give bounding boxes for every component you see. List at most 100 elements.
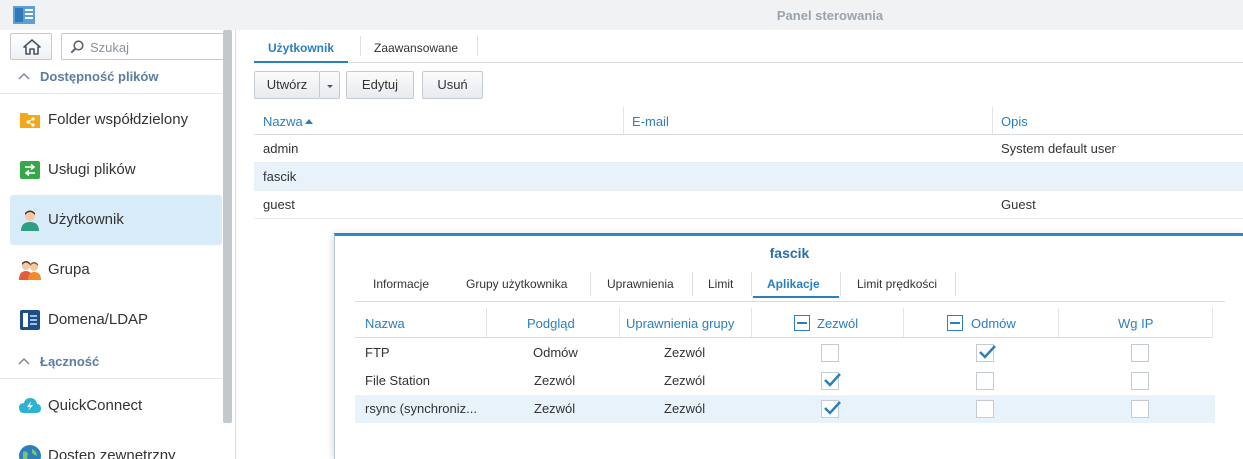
sidebar-item-group[interactable]: Grupa	[10, 245, 222, 295]
search-box[interactable]	[61, 33, 226, 60]
column-header-deny[interactable]: Odmów	[903, 308, 1058, 338]
column-label: Podgląd	[527, 316, 575, 331]
sidebar-item-domain-ldap[interactable]: Domena/LDAP	[10, 295, 222, 345]
cell-preview: Zezwól	[534, 401, 576, 416]
tab-divider	[840, 272, 841, 296]
column-header-preview[interactable]: Podgląd	[486, 308, 619, 338]
delete-button[interactable]: Usuń	[422, 71, 483, 99]
by-ip-checkbox[interactable]	[1131, 400, 1149, 418]
tab-divider	[590, 272, 591, 296]
cell-name: guest	[263, 197, 295, 212]
column-label: E-mail	[632, 114, 669, 129]
domain-icon	[20, 310, 40, 330]
allow-checkbox[interactable]	[821, 400, 841, 418]
by-ip-checkbox[interactable]	[1131, 372, 1149, 390]
cell-name: fascik	[263, 169, 297, 184]
column-label: Odmów	[971, 316, 1016, 331]
main-tabs: Użytkownik Zaawansowane	[254, 30, 1243, 63]
tab-permissions[interactable]: Uprawnienia	[607, 277, 674, 291]
column-header-description[interactable]: Opis	[992, 107, 1243, 135]
table-row[interactable]: File Station Zezwól Zezwól	[355, 367, 1215, 395]
create-label: Utwórz	[266, 77, 308, 92]
sort-ascending-icon	[305, 119, 313, 124]
caret-down-icon	[327, 85, 333, 88]
cell-group-permission: Zezwól	[664, 373, 706, 388]
cell-name: File Station	[365, 373, 431, 388]
tab-quota[interactable]: Limit	[708, 277, 733, 291]
quickconnect-icon	[19, 398, 41, 413]
window-title: Panel sterowania	[776, 8, 884, 23]
tab-info[interactable]: Informacje	[373, 277, 429, 291]
table-row[interactable]: guest Guest	[254, 191, 1243, 219]
group-icon	[19, 261, 41, 280]
section-label: Łączność	[40, 354, 100, 369]
tab-user-groups[interactable]: Grupy użytkownika	[466, 277, 567, 291]
sidebar-item-label: Dostęp zewnętrzny	[48, 447, 176, 459]
checkmark-icon	[824, 401, 841, 415]
control-panel-icon	[13, 6, 35, 24]
deny-checkbox[interactable]	[976, 400, 994, 418]
sidebar-scrollbar[interactable]	[223, 30, 232, 423]
sidebar-item-label: Użytkownik	[48, 211, 124, 228]
dialog-title: fascik	[769, 245, 810, 261]
tab-divider	[692, 272, 693, 296]
user-edit-dialog: fascik Informacje Grupy użytkownika Upra…	[334, 233, 1243, 459]
create-button-main[interactable]: Utwórz	[254, 71, 320, 99]
table-row[interactable]: rsync (synchroniz... Zezwól Zezwól	[355, 395, 1215, 423]
allow-all-checkbox[interactable]	[794, 315, 810, 331]
column-header-name[interactable]: Nazwa	[355, 308, 486, 338]
column-divider	[1212, 308, 1213, 338]
allow-checkbox[interactable]	[821, 344, 839, 362]
chevron-up-icon	[18, 72, 30, 80]
column-label: Wg IP	[1118, 316, 1154, 331]
section-file-sharing[interactable]: Dostępność plików	[0, 60, 222, 94]
sidebar: Dostępność plików Folder współdzielony U…	[0, 30, 236, 459]
column-header-group-permissions[interactable]: Uprawnienia grupy	[619, 308, 751, 338]
sidebar-item-file-services[interactable]: Usługi plików	[10, 145, 222, 195]
tab-applications[interactable]: Aplikacje	[767, 277, 820, 291]
table-row[interactable]: admin System default user	[254, 135, 1243, 163]
allow-checkbox[interactable]	[821, 372, 841, 390]
tab-divider	[751, 272, 752, 296]
dialog-tabs: Informacje Grupy użytkownika Uprawnienia…	[355, 269, 1225, 302]
section-label: Dostępność plików	[40, 69, 159, 84]
title-bar: Panel sterowania	[0, 0, 1243, 30]
column-header-email[interactable]: E-mail	[623, 107, 992, 135]
edit-button[interactable]: Edytuj	[346, 71, 414, 99]
chevron-up-icon	[18, 357, 30, 365]
cell-group-permission: Zezwól	[664, 345, 706, 360]
sidebar-item-label: QuickConnect	[48, 397, 143, 414]
column-label: Zezwól	[817, 316, 859, 331]
table-row[interactable]: fascik	[254, 163, 1243, 191]
section-connectivity[interactable]: Łączność	[0, 345, 222, 379]
external-access-icon	[19, 445, 41, 459]
checkmark-icon	[824, 373, 841, 387]
column-label: Opis	[1001, 114, 1028, 129]
tab-speed-limit[interactable]: Limit prędkości	[857, 277, 937, 291]
tab-advanced[interactable]: Zaawansowane	[360, 35, 472, 63]
column-header-allow[interactable]: Zezwól	[751, 308, 903, 338]
tab-divider	[477, 36, 478, 56]
search-input[interactable]	[90, 38, 220, 56]
column-label: Nazwa	[263, 114, 303, 129]
cell-name: rsync (synchroniz...	[365, 401, 477, 416]
by-ip-checkbox[interactable]	[1131, 344, 1149, 362]
cell-preview: Zezwól	[534, 373, 576, 388]
sidebar-item-user[interactable]: Użytkownik	[10, 195, 222, 245]
sidebar-item-shared-folder[interactable]: Folder współdzielony	[10, 95, 222, 145]
active-tab-indicator	[753, 296, 839, 298]
deny-checkbox[interactable]	[976, 372, 994, 390]
column-header-name[interactable]: Nazwa	[254, 107, 623, 135]
deny-checkbox[interactable]	[976, 344, 996, 362]
tab-user[interactable]: Użytkownik	[254, 35, 349, 63]
cell-name: FTP	[365, 345, 390, 360]
create-dropdown-button[interactable]	[320, 71, 340, 99]
column-header-by-ip[interactable]: Wg IP	[1058, 308, 1212, 338]
table-row[interactable]: FTP Odmów Zezwól	[355, 339, 1215, 367]
sidebar-item-external-access[interactable]: Dostęp zewnętrzny	[10, 431, 222, 459]
sidebar-item-label: Domena/LDAP	[48, 311, 149, 328]
sidebar-item-quickconnect[interactable]: QuickConnect	[10, 381, 222, 431]
shared-folder-icon	[20, 113, 40, 128]
home-button[interactable]	[10, 33, 52, 60]
deny-all-checkbox[interactable]	[947, 315, 963, 331]
